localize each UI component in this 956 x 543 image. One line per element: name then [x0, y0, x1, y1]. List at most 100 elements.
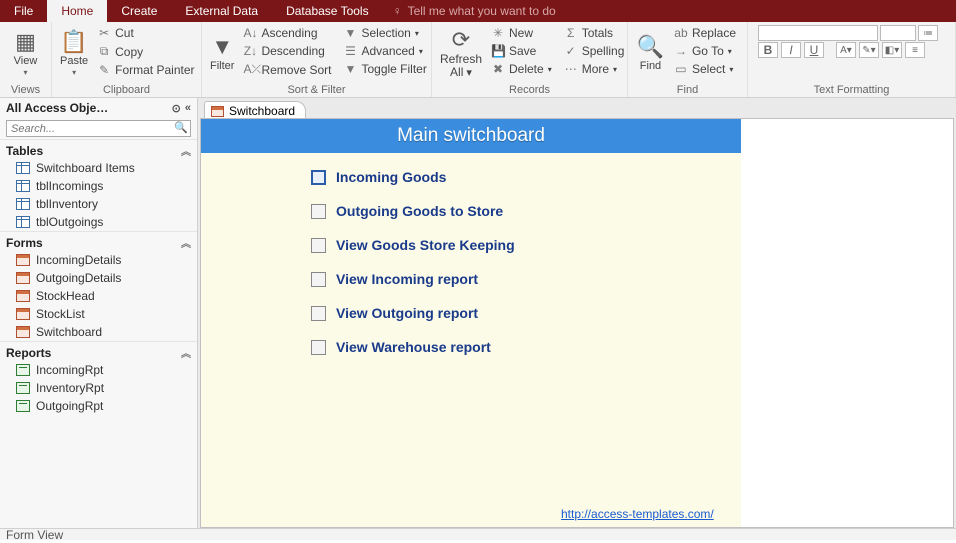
funnel-icon: ▼ — [211, 36, 233, 58]
font-family-input[interactable] — [758, 25, 878, 41]
font-color-button[interactable]: A▾ — [836, 42, 856, 58]
clipboard-icon: 📋 — [60, 31, 87, 53]
table-icon — [16, 216, 30, 228]
find-button[interactable]: 🔍 Find — [636, 25, 665, 83]
nav-item-switchboard[interactable]: Switchboard — [0, 323, 197, 341]
form-icon — [16, 326, 30, 338]
nav-section-reports[interactable]: Reports︽ — [0, 341, 197, 361]
switchboard-item-2[interactable]: View Goods Store Keeping — [311, 237, 741, 253]
ribbon-group-clipboard: 📋 Paste ▾ ✂Cut ⧉Copy ✎Format Painter Cli… — [52, 22, 202, 97]
align-button[interactable]: ≡ — [905, 42, 925, 58]
switchboard-item-0[interactable]: Incoming Goods — [311, 169, 741, 185]
replace-button[interactable]: abReplace — [671, 25, 739, 41]
nav-item-outgoingdetails[interactable]: OutgoingDetails — [0, 269, 197, 287]
filter-label: Filter — [210, 60, 234, 72]
form-icon — [16, 290, 30, 302]
nav-pane-header[interactable]: All Access Obje… ⊙ « — [0, 98, 197, 118]
switchboard-item-3[interactable]: View Incoming report — [311, 271, 741, 287]
descending-button[interactable]: Z↓Descending — [240, 43, 334, 59]
nav-item-stocklist[interactable]: StockList — [0, 305, 197, 323]
menu-tab-file[interactable]: File — [0, 0, 47, 22]
goto-button[interactable]: →Go To ▾ — [671, 43, 739, 59]
spelling-icon: ✓ — [564, 44, 578, 58]
grid-icon: ▦ — [15, 31, 36, 53]
footer-link[interactable]: http://access-templates.com/ — [561, 507, 714, 521]
menu-tab-database-tools[interactable]: Database Tools — [272, 0, 383, 22]
totals-button[interactable]: ΣTotals — [561, 25, 628, 41]
view-button[interactable]: ▦ View ▾ — [8, 25, 43, 83]
filter-button[interactable]: ▼ Filter — [210, 25, 234, 83]
more-icon: ⋯ — [564, 62, 578, 76]
nav-item-outgoingrpt[interactable]: OutgoingRpt — [0, 397, 197, 415]
format-painter-button[interactable]: ✎Format Painter — [94, 62, 197, 78]
sort-desc-icon: Z↓ — [243, 44, 257, 58]
refresh-icon: ⟳ — [452, 29, 470, 51]
report-icon — [16, 382, 30, 394]
fill-button[interactable]: ◧▾ — [882, 42, 902, 58]
replace-icon: ab — [674, 26, 688, 40]
switchboard-item-1[interactable]: Outgoing Goods to Store — [311, 203, 741, 219]
chevron-down-icon[interactable]: ⊙ — [172, 102, 181, 115]
switchboard-item-4[interactable]: View Outgoing report — [311, 305, 741, 321]
group-label-sort-filter: Sort & Filter — [202, 84, 431, 96]
spelling-button[interactable]: ✓Spelling — [561, 43, 628, 59]
menu-tab-create[interactable]: Create — [107, 0, 171, 22]
ribbon-group-records: ⟳ Refresh All ▾ ✳New 💾Save ✖Delete ▾ ΣTo… — [432, 22, 628, 97]
font-controls: ≔ B I U A▾ ✎▾ ◧▾ ≡ — [758, 25, 938, 58]
switchboard-list: Incoming Goods Outgoing Goods to Store Vie… — [201, 153, 741, 355]
italic-button[interactable]: I — [781, 42, 801, 58]
delete-button[interactable]: ✖Delete ▾ — [488, 61, 555, 77]
bullets-icon[interactable]: ≔ — [918, 25, 938, 41]
menu-tab-home[interactable]: Home — [47, 0, 107, 22]
nav-item-switchboard-items[interactable]: Switchboard Items — [0, 159, 197, 177]
group-label-records: Records — [432, 84, 627, 96]
tell-me[interactable]: ♀ Tell me what you want to do — [393, 0, 556, 22]
search-input[interactable] — [6, 120, 191, 137]
remove-sort-button[interactable]: A⤫Remove Sort — [240, 61, 334, 78]
advanced-button[interactable]: ☰Advanced ▾ — [340, 43, 429, 59]
nav-item-incomingdetails[interactable]: IncomingDetails — [0, 251, 197, 269]
switchboard-item-5[interactable]: View Warehouse report — [311, 339, 741, 355]
font-size-input[interactable] — [880, 25, 916, 41]
nav-item-stockhead[interactable]: StockHead — [0, 287, 197, 305]
switchboard-item-label: View Warehouse report — [336, 339, 491, 355]
chevron-down-icon: ▾ — [72, 68, 76, 77]
nav-item-incomingrpt[interactable]: IncomingRpt — [0, 361, 197, 379]
nav-item-tbloutgoings[interactable]: tblOutgoings — [0, 213, 197, 231]
collapse-icon[interactable]: « — [185, 102, 191, 114]
nav-pane-title: All Access Obje… — [6, 101, 108, 115]
sort-asc-icon: A↓ — [243, 26, 257, 40]
select-button[interactable]: ▭Select ▾ — [671, 61, 739, 77]
nav-item-tblincomings[interactable]: tblIncomings — [0, 177, 197, 195]
switchboard-item-box — [311, 238, 326, 253]
ribbon-group-sort-filter: ▼ Filter A↓Ascending Z↓Descending A⤫Remo… — [202, 22, 432, 97]
paste-button[interactable]: 📋 Paste ▾ — [60, 25, 88, 83]
sigma-icon: Σ — [564, 26, 578, 40]
chevron-up-icon: ︽ — [181, 345, 191, 360]
table-icon — [16, 198, 30, 210]
copy-button[interactable]: ⧉Copy — [94, 43, 197, 60]
select-icon: ▭ — [674, 62, 688, 76]
cut-button[interactable]: ✂Cut — [94, 25, 197, 41]
status-bar: Form View — [0, 528, 956, 540]
highlight-button[interactable]: ✎▾ — [859, 42, 879, 58]
new-button[interactable]: ✳New — [488, 25, 555, 41]
nav-section-forms[interactable]: Forms︽ — [0, 231, 197, 251]
underline-button[interactable]: U — [804, 42, 824, 58]
toggle-filter-button[interactable]: ▼Toggle Filter — [340, 61, 429, 77]
nav-section-tables[interactable]: Tables︽ — [0, 139, 197, 159]
more-button[interactable]: ⋯More ▾ — [561, 61, 628, 77]
nav-item-tblinventory[interactable]: tblInventory — [0, 195, 197, 213]
ascending-button[interactable]: A↓Ascending — [240, 25, 334, 41]
bold-button[interactable]: B — [758, 42, 778, 58]
tell-me-text: Tell me what you want to do — [408, 4, 556, 18]
nav-item-inventoryrpt[interactable]: InventoryRpt — [0, 379, 197, 397]
save-button[interactable]: 💾Save — [488, 43, 555, 59]
menu-tab-external-data[interactable]: External Data — [171, 0, 272, 22]
refresh-all-button[interactable]: ⟳ Refresh All ▾ — [440, 25, 482, 83]
search-icon[interactable]: 🔍 — [174, 121, 188, 134]
lightbulb-icon: ♀ — [393, 4, 402, 18]
switchboard-item-label: Outgoing Goods to Store — [336, 203, 503, 219]
selection-button[interactable]: ▼Selection ▾ — [340, 25, 429, 41]
chevron-up-icon: ︽ — [181, 235, 191, 250]
